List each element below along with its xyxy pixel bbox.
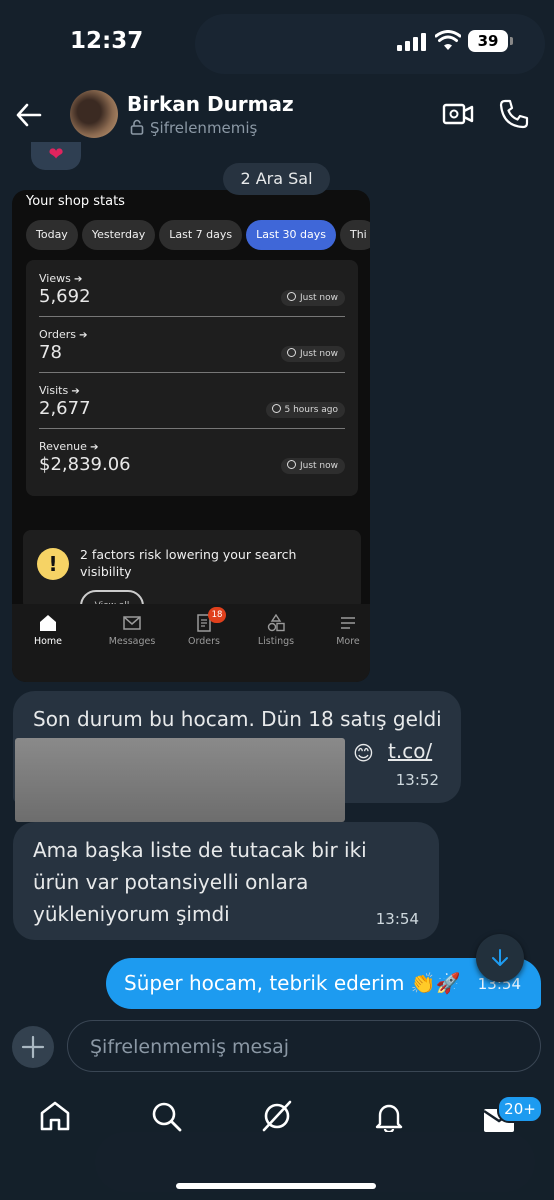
tab-label: Orders bbox=[188, 636, 220, 647]
risk-notice-card: ! 2 factors risk lowering your search vi… bbox=[23, 530, 361, 610]
heart-reaction-bubble[interactable]: ❤ bbox=[31, 142, 81, 170]
search-icon[interactable] bbox=[150, 1100, 184, 1132]
grok-icon[interactable] bbox=[260, 1100, 294, 1132]
bottom-navigation bbox=[0, 1080, 554, 1200]
stat-value: 78 bbox=[39, 342, 62, 363]
updated-text: 5 hours ago bbox=[284, 405, 339, 415]
message-text: Süper hocam, tebrik ederim 👏🚀 bbox=[124, 971, 461, 995]
message-bubble-received[interactable]: Ama başka liste de tutacak bir iki ürün … bbox=[13, 822, 439, 940]
stat-visits: Visits 2,677 5 hours ago bbox=[39, 372, 345, 429]
message-text: Ama başka liste de tutacak bir iki ürün … bbox=[33, 838, 367, 926]
home-icon bbox=[40, 615, 56, 631]
clock-icon bbox=[286, 292, 296, 301]
updated-badge: Just now bbox=[280, 346, 345, 362]
redacted-link-preview bbox=[15, 738, 345, 822]
stats-card: Views 5,692 Just now Orders 78 Just now … bbox=[26, 260, 358, 496]
stat-label: Visits bbox=[39, 384, 80, 397]
menu-icon bbox=[341, 617, 355, 629]
stat-label: Revenue bbox=[39, 440, 98, 453]
message-time: 13:54 bbox=[375, 910, 419, 928]
tab-label: Listings bbox=[257, 636, 295, 647]
status-time: 12:37 bbox=[70, 28, 144, 54]
wifi-icon bbox=[435, 30, 461, 50]
conversation-header: Birkan Durmaz Şifrelenmemiş bbox=[0, 84, 554, 144]
arrow-down-icon bbox=[492, 949, 508, 966]
updated-badge: Just now bbox=[280, 290, 345, 306]
attach-button[interactable] bbox=[12, 1026, 54, 1068]
scroll-to-bottom-button[interactable] bbox=[476, 934, 524, 982]
tab-label: More bbox=[336, 636, 360, 647]
messages-count-badge: 20+ bbox=[497, 1095, 543, 1123]
plus-icon bbox=[21, 1035, 45, 1059]
shared-screenshot-image[interactable]: Your shop stats Today Yesterday Last 7 day… bbox=[12, 190, 370, 682]
clock-icon bbox=[286, 348, 296, 357]
tab-label: Home bbox=[33, 636, 63, 647]
video-call-icon[interactable] bbox=[442, 100, 474, 128]
message-emoji: 😊 bbox=[353, 741, 374, 765]
updated-badge: Just now bbox=[280, 458, 345, 474]
status-bar: 12:37 39 bbox=[0, 0, 554, 84]
chip-this: Thi bbox=[339, 220, 370, 250]
orders-count-badge: 18 bbox=[208, 607, 226, 623]
battery-indicator: 39 bbox=[468, 30, 513, 52]
encryption-label: Şifrelenmemiş bbox=[150, 119, 258, 137]
clock-icon bbox=[286, 460, 296, 469]
chip-last-30-days: Last 30 days bbox=[246, 220, 336, 250]
encryption-status: Şifrelenmemiş bbox=[130, 119, 257, 137]
phone-call-icon[interactable] bbox=[498, 98, 530, 130]
message-input[interactable] bbox=[88, 1032, 512, 1062]
shapes-icon bbox=[267, 614, 285, 632]
updated-text: Just now bbox=[299, 293, 338, 303]
lock-icon bbox=[130, 119, 144, 135]
back-arrow-icon[interactable] bbox=[14, 100, 44, 130]
avatar[interactable] bbox=[70, 90, 118, 138]
stat-label: Views bbox=[39, 272, 82, 285]
message-composer[interactable] bbox=[67, 1020, 541, 1072]
stat-value: $2,839.06 bbox=[39, 454, 131, 475]
shop-stats-title: Your shop stats bbox=[26, 194, 125, 209]
home-indicator bbox=[176, 1183, 376, 1189]
message-time: 13:52 bbox=[395, 771, 439, 789]
warning-icon: ! bbox=[37, 548, 69, 580]
home-icon[interactable] bbox=[38, 1100, 72, 1132]
stat-value: 5,692 bbox=[39, 286, 91, 307]
message-link[interactable]: t.co/ bbox=[388, 735, 432, 767]
chip-last-7-days: Last 7 days bbox=[159, 220, 243, 250]
tab-listings: Listings bbox=[241, 614, 311, 647]
message-text: Son durum bu hocam. Dün 18 satış geldi bbox=[33, 707, 442, 731]
tab-home: Home bbox=[13, 614, 83, 647]
updated-badge: 5 hours ago bbox=[265, 402, 345, 418]
cellular-signal-icon bbox=[397, 33, 427, 51]
stat-label: Orders bbox=[39, 328, 88, 341]
updated-text: Just now bbox=[299, 349, 338, 359]
tab-messages: Messages bbox=[97, 614, 167, 647]
message-bubble-received[interactable]: Son durum bu hocam. Dün 18 satış geldi 😊… bbox=[13, 691, 461, 822]
tab-orders: 18 Orders bbox=[169, 607, 239, 647]
clock-icon bbox=[271, 404, 281, 413]
message-bubble-sent[interactable]: Süper hocam, tebrik ederim 👏🚀 13:54 bbox=[106, 958, 541, 1009]
stat-views: Views 5,692 Just now bbox=[39, 260, 345, 317]
contact-name[interactable]: Birkan Durmaz bbox=[127, 92, 294, 116]
risk-notice-text: 2 factors risk lowering your search visi… bbox=[80, 547, 297, 579]
envelope-icon bbox=[123, 616, 141, 630]
stat-orders: Orders 78 Just now bbox=[39, 316, 345, 373]
date-range-chips: Today Yesterday Last 7 days Last 30 days Thi bbox=[26, 220, 370, 252]
date-separator: 2 Ara Sal bbox=[223, 163, 330, 195]
stat-value: 2,677 bbox=[39, 398, 91, 419]
stat-revenue: Revenue $2,839.06 Just now bbox=[39, 428, 345, 484]
chip-today: Today bbox=[26, 220, 78, 250]
bell-icon[interactable] bbox=[372, 1100, 406, 1132]
chip-yesterday: Yesterday bbox=[81, 220, 156, 250]
tab-more: More bbox=[313, 614, 370, 647]
updated-text: Just now bbox=[299, 461, 338, 471]
tab-label: Messages bbox=[108, 636, 156, 647]
app-tab-bar: Home Messages 18 Orders Listings More bbox=[12, 604, 370, 682]
